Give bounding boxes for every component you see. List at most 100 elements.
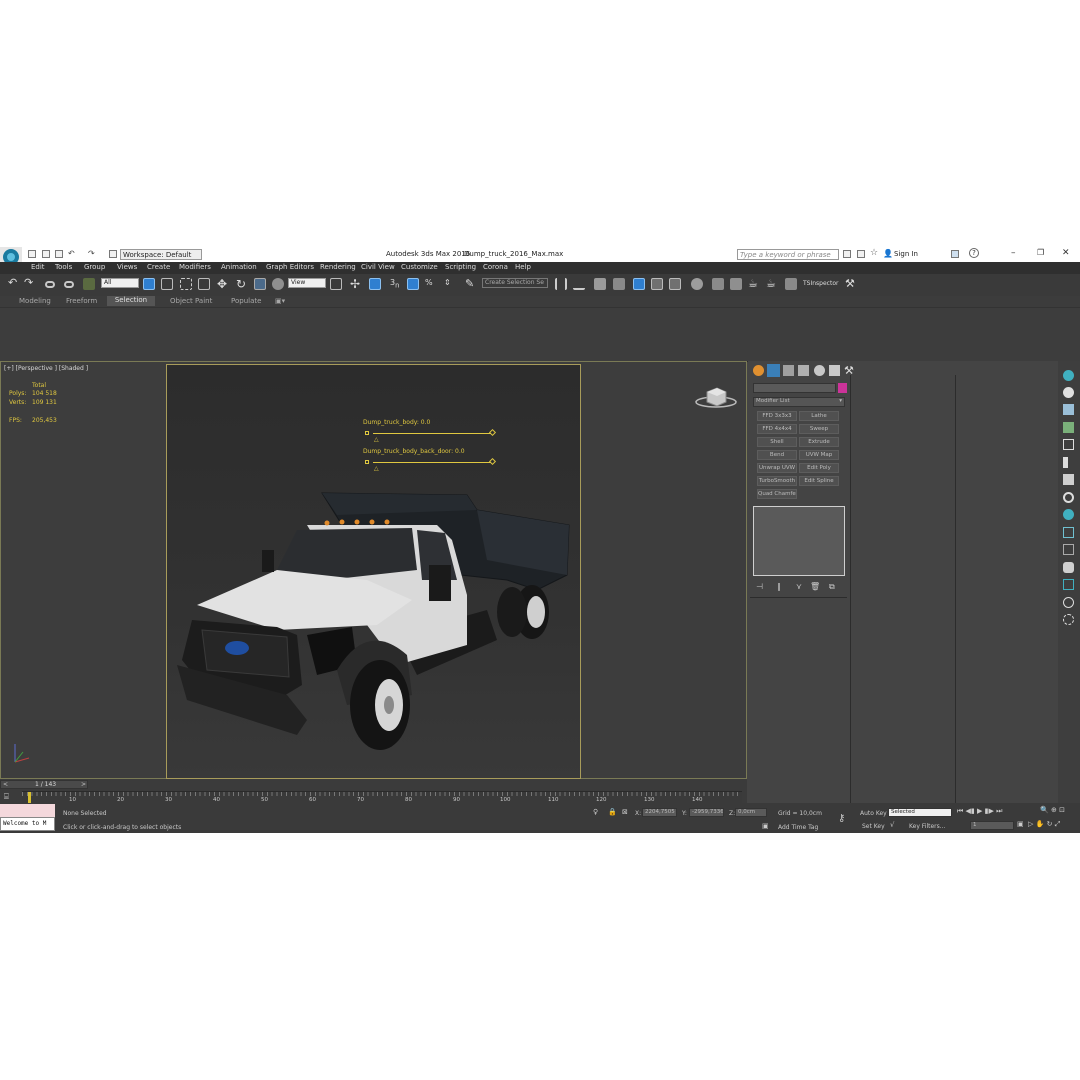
modifier-button-ffd-4x4x4[interactable]: FFD 4x4x4 [757, 424, 797, 434]
modifier-button-lathe[interactable]: Lathe [799, 411, 839, 421]
reference-coordinate-dropdown[interactable]: View [288, 278, 326, 288]
pan-icon[interactable]: ✋ [1036, 820, 1045, 828]
menu-corona[interactable]: Corona [483, 263, 508, 271]
render-setup-icon[interactable] [712, 278, 724, 290]
modifier-list-dropdown[interactable]: Modifier List ▾ [753, 397, 845, 407]
modifier-button-uvw-map[interactable]: UVW Map [799, 450, 839, 460]
menu-civil-view[interactable]: Civil View [361, 263, 395, 271]
help-icon[interactable]: ? [969, 248, 979, 258]
tab-modeling[interactable]: Modeling [19, 297, 51, 305]
hammer-icon[interactable]: ⚒ [845, 277, 855, 290]
percent-snap-icon[interactable]: % [425, 278, 433, 287]
ring-icon[interactable] [1063, 492, 1074, 503]
orbit-icon[interactable]: ↻ [1047, 820, 1053, 828]
modifier-button-sweep[interactable]: Sweep [799, 424, 839, 434]
select-object-icon[interactable] [143, 278, 155, 290]
go-to-start-icon[interactable]: ⏮ [957, 807, 963, 815]
frame-icon[interactable] [1063, 544, 1074, 555]
curve-editor-icon[interactable] [651, 278, 663, 290]
zoom-all-icon[interactable]: ⊕ [1051, 806, 1057, 814]
named-selection-set-dropdown[interactable]: Create Selection Se [482, 278, 548, 288]
modifier-button-extrude[interactable]: Extrude [799, 437, 839, 447]
open-file-icon[interactable] [42, 250, 50, 258]
maximize-viewport-icon[interactable]: ⤢ [1055, 820, 1061, 828]
timeline[interactable]: < 1 / 143 > ⌸ 10 20 30 40 50 60 70 80 90… [0, 779, 747, 804]
rectangular-selection-icon[interactable] [180, 278, 192, 290]
grid-icon[interactable] [1063, 439, 1074, 450]
menu-tools[interactable]: Tools [55, 263, 72, 271]
hammer-icon[interactable]: ⚒ [844, 364, 854, 377]
angle-snap-icon[interactable] [407, 278, 419, 290]
modifier-button-turbosmooth[interactable]: TurboSmooth [757, 476, 797, 486]
redo-icon[interactable]: ↷ [88, 249, 95, 258]
tsinspector-button[interactable]: TSInspector [803, 280, 838, 287]
manipulate-icon[interactable]: ✢ [350, 277, 360, 291]
tab-object-paint[interactable]: Object Paint [170, 297, 212, 305]
sign-in-link[interactable]: Sign In [894, 250, 918, 258]
maxscript-listener-input[interactable]: Welcome to M [0, 817, 55, 831]
time-configuration-icon[interactable]: ▣ [1017, 820, 1024, 828]
modify-tab-icon[interactable] [767, 364, 780, 377]
trees-icon[interactable] [1063, 422, 1074, 433]
globe-icon[interactable] [1063, 509, 1074, 520]
undo-icon[interactable]: ↶ [68, 249, 75, 258]
modifier-button-unwrap-uvw[interactable]: Unwrap UVW [757, 463, 797, 473]
light-bulb-icon[interactable] [1063, 370, 1074, 381]
keyboard-shortcut-override-icon[interactable] [369, 278, 381, 290]
bind-to-space-warp-icon[interactable] [83, 278, 95, 290]
gear-icon[interactable] [1063, 562, 1074, 573]
menu-rendering[interactable]: Rendering [320, 263, 356, 271]
next-frame-icon[interactable]: ▮▶ [985, 807, 994, 815]
menu-create[interactable]: Create [147, 263, 170, 271]
mirror-icon[interactable] [555, 278, 567, 290]
window-crossing-icon[interactable] [198, 278, 210, 290]
menu-group[interactable]: Group [84, 263, 105, 271]
lightbulb-outline-icon[interactable] [1063, 614, 1074, 625]
menu-views[interactable]: Views [117, 263, 137, 271]
select-by-name-icon[interactable] [161, 278, 173, 290]
subscription-icon[interactable] [857, 250, 865, 258]
render-iterative-icon[interactable]: ☕ [766, 277, 776, 290]
menu-edit[interactable]: Edit [31, 263, 45, 271]
modifier-stack[interactable] [753, 506, 845, 576]
display-tab-icon[interactable] [814, 365, 825, 376]
remove-modifier-icon[interactable]: 🗑 [810, 582, 820, 591]
configure-modifier-sets-icon[interactable]: ⧉ [829, 582, 835, 592]
select-and-rotate-icon[interactable]: ↻ [236, 277, 246, 291]
dump-truck-model[interactable] [167, 365, 580, 778]
select-and-link-icon[interactable] [45, 281, 55, 288]
curve-editor-mini-icon[interactable]: ⌸ [4, 792, 9, 802]
menu-scripting[interactable]: Scripting [445, 263, 476, 271]
time-slider[interactable]: < 1 / 143 > [0, 780, 88, 789]
modifier-button-edit-spline[interactable]: Edit Spline [799, 476, 839, 486]
toggle-ribbon-icon[interactable] [613, 278, 625, 290]
pivot-center-icon[interactable] [330, 278, 342, 290]
key-filters-button[interactable]: Key Filters... [909, 823, 946, 830]
restore-button[interactable]: ❐ [1037, 248, 1044, 257]
chevron-left-icon[interactable]: < [3, 781, 8, 788]
time-tag-icon[interactable]: ▣ [762, 822, 769, 830]
select-and-move-icon[interactable]: ✥ [217, 277, 227, 291]
pin-stack-icon[interactable]: ⊣ [756, 582, 763, 591]
star-icon[interactable]: ☆ [870, 248, 878, 258]
triangle-icon[interactable] [1063, 474, 1074, 485]
selection-filter-dropdown[interactable]: All [101, 278, 139, 288]
ribbon-options-icon[interactable]: ▣▾ [275, 297, 285, 305]
utilities-tab-icon[interactable] [829, 365, 840, 376]
make-unique-icon[interactable]: ⋎ [796, 582, 802, 591]
tab-freeform[interactable]: Freeform [66, 297, 97, 305]
sphere-icon[interactable] [1063, 387, 1074, 398]
isolate-selection-icon[interactable]: ♀ [593, 808, 598, 816]
show-end-result-icon[interactable]: ∥ [777, 582, 781, 591]
z-coordinate-field[interactable]: 0,0cm [735, 808, 767, 817]
crosshair-icon[interactable] [1063, 527, 1074, 538]
snaps-toggle-icon[interactable]: 3n [390, 278, 399, 290]
select-and-scale-icon[interactable] [254, 278, 266, 290]
rendered-frame-window-icon[interactable] [730, 278, 742, 290]
menu-help[interactable]: Help [515, 263, 531, 271]
tab-selection[interactable]: Selection [107, 296, 155, 306]
search-input[interactable]: Type a keyword or phrase [737, 249, 839, 260]
workspace-dropdown[interactable]: Workspace: Default [120, 249, 202, 260]
object-name-field[interactable] [753, 383, 836, 393]
spinner-snap-icon[interactable]: ⇕ [444, 278, 451, 287]
